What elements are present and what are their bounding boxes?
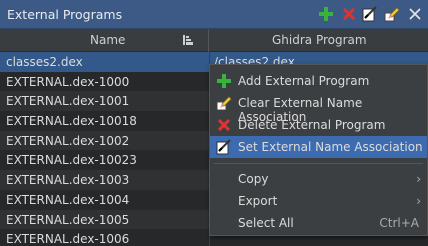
menu-item-export[interactable]: Export › [210, 190, 427, 212]
clear-association-icon[interactable] [383, 4, 401, 24]
add-icon[interactable] [317, 4, 335, 24]
window-title: External Programs [7, 7, 123, 22]
set-association-icon [216, 139, 231, 155]
column-header-ghidra-program[interactable]: Ghidra Program [210, 29, 428, 52]
add-icon [217, 74, 231, 88]
delete-icon [217, 118, 231, 132]
menu-item-set-external-name-association[interactable]: Set External Name Association [210, 136, 427, 158]
set-association-icon[interactable] [361, 4, 379, 24]
shortcut-label: Ctrl+A [379, 216, 419, 230]
menu-item-delete-external-program[interactable]: Delete External Program [210, 114, 427, 136]
menu-item-select-all[interactable]: Select All Ctrl+A [210, 212, 427, 234]
window-title-bar: External Programs [0, 0, 428, 29]
menu-item-copy[interactable]: Copy › [210, 168, 427, 190]
sort-icon [183, 35, 193, 45]
menu-separator [214, 163, 423, 164]
context-menu: Add External Program Clear External Name… [209, 64, 428, 236]
menu-item-add-external-program[interactable]: Add External Program [210, 70, 427, 92]
chevron-right-icon: › [416, 194, 421, 208]
chevron-right-icon: › [416, 172, 421, 186]
close-icon[interactable] [406, 4, 424, 24]
clear-association-icon [216, 96, 232, 111]
table-header: Name Ghidra Program [0, 29, 428, 52]
menu-item-clear-external-name-association[interactable]: Clear External Name Association [210, 92, 427, 124]
column-header-name[interactable]: Name [0, 29, 209, 52]
delete-icon[interactable] [340, 4, 358, 24]
